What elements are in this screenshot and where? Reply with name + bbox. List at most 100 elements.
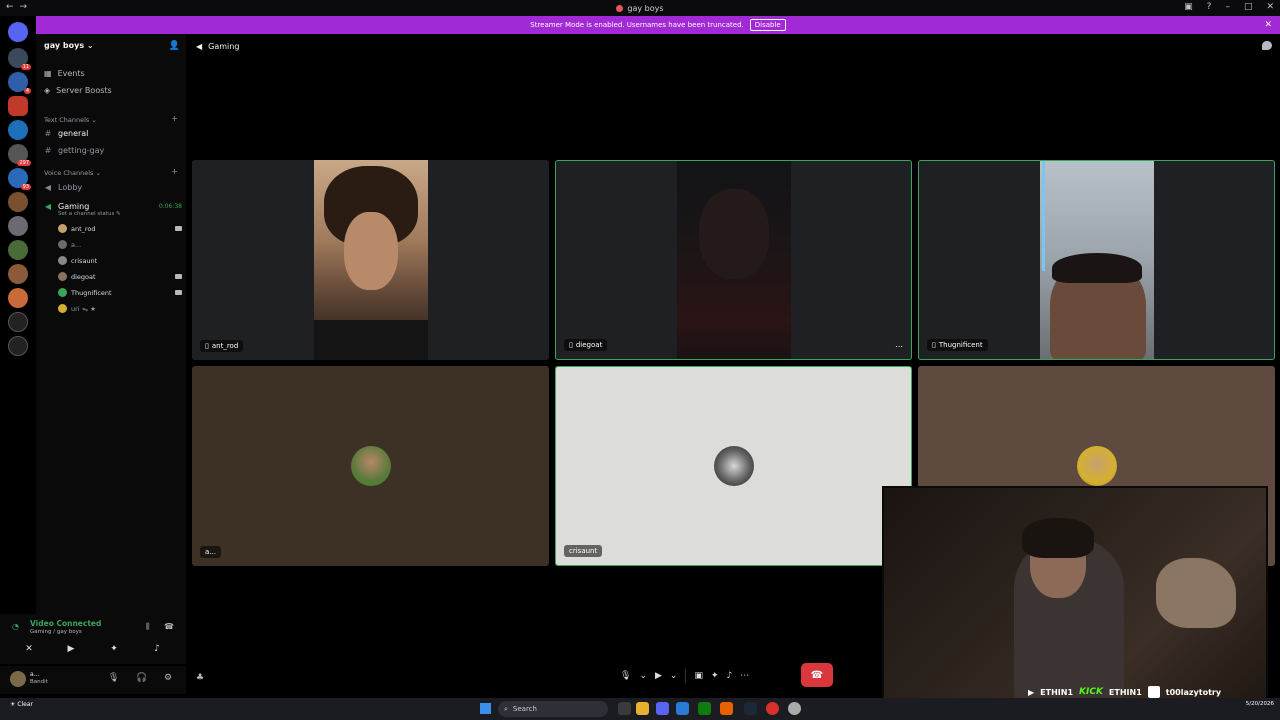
server-icon[interactable] [8, 96, 28, 116]
chat-icon[interactable] [1262, 41, 1272, 50]
user-panel: a... Bandit 🎙 🎧 ⚙ ♣ [0, 666, 204, 694]
discover-icon[interactable] [8, 336, 28, 356]
disable-button[interactable]: Disable [749, 19, 786, 31]
headphones-icon[interactable]: 🎧 [136, 673, 147, 683]
help-icon[interactable]: ? [1207, 2, 1212, 12]
avatar [350, 446, 391, 486]
server-icon[interactable]: 297 [8, 144, 31, 166]
channel-getting-gay[interactable]: # getting-gay [44, 146, 182, 155]
add-channel-icon[interactable]: + [171, 114, 178, 123]
video-tile[interactable]: ▯ ant_rod [192, 160, 549, 360]
weather-widget[interactable]: ☀ Clear [10, 701, 33, 708]
server-icon[interactable] [8, 240, 28, 260]
chevron-down-icon[interactable]: ⌄ [670, 671, 678, 681]
text-channels-category[interactable]: Text Channels ⌄ [44, 116, 97, 124]
server-icon[interactable] [8, 120, 28, 140]
server-icon[interactable] [8, 216, 28, 236]
add-friend-icon[interactable]: ♣ [196, 673, 204, 683]
channel-status[interactable]: Set a channel status ✎ [58, 211, 121, 217]
channel-header: ◀ Gaming [186, 34, 1280, 58]
gear-icon[interactable]: ⚙ [164, 673, 172, 683]
more-options-icon[interactable]: ⋯ [740, 671, 749, 681]
activities-button[interactable]: ✦ [103, 644, 125, 658]
voice-user[interactable]: Thugnificent [58, 288, 182, 297]
call-status: Video Connected [30, 619, 102, 628]
sidebar-item-server-boosts[interactable]: ◈ Server Boosts [44, 86, 112, 95]
noise-suppression-icon[interactable]: ⫼ [146, 622, 150, 632]
server-icon[interactable]: 4 [8, 72, 31, 94]
camera-off-button[interactable]: ✕ [18, 644, 40, 658]
participant-name: ▯ ant_rod [200, 340, 244, 352]
voice-connection-panel: ◔ Video Connected Gaming / gay boys ⫼ ☎ … [0, 614, 186, 664]
soundboard-button[interactable]: ♪ [146, 644, 168, 658]
video-tile[interactable]: ▯ diegoat ⋯ [555, 160, 912, 360]
add-server-icon[interactable] [8, 312, 28, 332]
window-titlebar: ← → gay boys ▣ ? – □ ✕ [0, 0, 1280, 16]
search-input[interactable]: ⌕ Search [498, 701, 608, 717]
system-clock[interactable]: 5/20/2026 [1246, 700, 1274, 708]
video-tile[interactable]: ▯ Thugnificent [918, 160, 1275, 360]
invite-icon[interactable]: 👤 [169, 41, 180, 51]
file-explorer-icon[interactable] [636, 702, 649, 715]
screen-share-button[interactable]: ▶ [60, 644, 82, 658]
nav-arrows[interactable]: ← → [6, 2, 27, 12]
avatar[interactable] [10, 671, 26, 687]
start-button[interactable] [480, 703, 491, 714]
server-icon[interactable] [8, 264, 28, 284]
avatar-tile[interactable]: a... [192, 366, 549, 566]
user-status: Bandit [30, 679, 48, 685]
add-channel-icon[interactable]: + [171, 167, 178, 176]
more-options-icon[interactable]: ⋯ [895, 342, 903, 351]
chevron-down-icon[interactable]: ⌄ [639, 671, 647, 681]
home-icon[interactable] [8, 22, 28, 42]
avatar-tile[interactable]: crisaunt [555, 366, 912, 566]
disconnect-button[interactable]: ☎ [801, 663, 833, 687]
voice-user[interactable]: uri ᯓ ★ [58, 304, 182, 313]
disconnect-icon[interactable]: ☎ [164, 622, 174, 631]
hash-icon: # [44, 146, 52, 155]
activities-icon[interactable]: ✦ [711, 671, 719, 681]
screen-share-icon[interactable]: ▣ [694, 671, 703, 681]
signal-icon[interactable]: ◔ [12, 622, 19, 631]
server-icon[interactable]: 93 [8, 168, 31, 190]
inbox-icon[interactable]: ▣ [1184, 2, 1193, 12]
server-icon[interactable] [8, 192, 28, 212]
guild-name[interactable]: gay boys ⌄ [44, 41, 94, 50]
boost-icon: ◈ [44, 86, 51, 95]
avatar [58, 224, 67, 233]
firefox-icon[interactable] [720, 702, 733, 715]
sidebar-item-events[interactable]: ▦ Events [44, 69, 85, 78]
server-icon[interactable] [8, 288, 28, 308]
app-icon[interactable] [676, 702, 689, 715]
voice-user[interactable]: diegoat [58, 272, 182, 281]
app-icon[interactable] [788, 702, 801, 715]
channel-general[interactable]: # general [44, 129, 182, 138]
voice-user[interactable]: a... [58, 240, 182, 249]
voice-user[interactable]: ant_rod [58, 224, 182, 233]
close-button[interactable]: ✕ [1266, 2, 1274, 12]
xbox-icon[interactable] [698, 702, 711, 715]
window-title: gay boys [616, 4, 664, 13]
taskbar: ☀ Clear ⌕ Search 5/20/2026 [0, 698, 1280, 720]
task-view-icon[interactable] [618, 702, 631, 715]
channel-lobby[interactable]: ◀ Lobby [44, 183, 182, 192]
microphone-icon[interactable]: 🎙 [108, 673, 119, 683]
server-rail: 11 4 297 93 [0, 16, 36, 694]
steam-icon[interactable] [744, 702, 757, 715]
server-icon[interactable]: 11 [8, 48, 31, 70]
channel-title: Gaming [208, 41, 240, 51]
avatar [1076, 446, 1117, 486]
discord-icon[interactable] [656, 702, 669, 715]
minimize-button[interactable]: – [1225, 2, 1230, 12]
maximize-button[interactable]: □ [1244, 2, 1253, 12]
call-location[interactable]: Gaming / gay boys [30, 629, 82, 635]
camera-icon[interactable]: ▶ [655, 671, 662, 681]
voice-user[interactable]: crisaunt [58, 256, 182, 265]
search-icon: ⌕ [504, 704, 508, 713]
voice-channels-category[interactable]: Voice Channels ⌄ [44, 169, 101, 177]
microphone-icon[interactable]: 🎙 [620, 671, 631, 681]
soundboard-icon[interactable]: ♪ [727, 671, 733, 681]
chrome-icon[interactable] [766, 702, 779, 715]
phone-icon: ▯ [205, 342, 209, 350]
close-icon[interactable]: ✕ [1264, 20, 1272, 30]
